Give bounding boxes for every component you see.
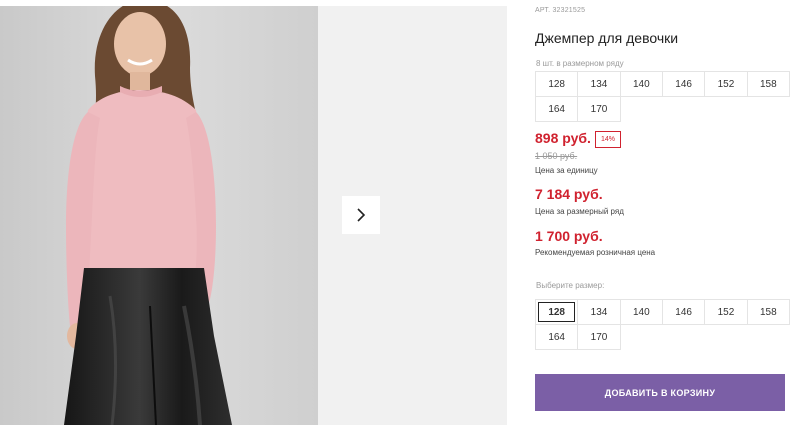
size-option[interactable]: 134	[577, 299, 621, 325]
product-photo-image	[0, 6, 318, 425]
size-option[interactable]: 146	[661, 299, 706, 325]
discount-badge: 14%	[595, 131, 622, 148]
size-option-selected[interactable]: 128	[535, 299, 579, 325]
gallery-next-button[interactable]	[342, 196, 380, 234]
product-sku: АРТ. 32321525	[535, 7, 585, 14]
pack-size-cell: 152	[704, 71, 748, 97]
rrp-caption: Рекомендуемая розничная цена	[535, 248, 656, 257]
choose-size-label: Выберите размер:	[536, 281, 605, 290]
unit-price-caption: Цена за единицу	[535, 166, 598, 175]
size-option[interactable]: 170	[577, 324, 621, 350]
pack-price-caption: Цена за размерный ряд	[535, 207, 624, 216]
product-photo[interactable]	[0, 6, 318, 425]
size-option[interactable]: 164	[535, 324, 579, 350]
pack-size-grid: 128 134 140 146 152 158 164 170	[535, 71, 790, 122]
pack-price: 7 184 руб.	[535, 186, 603, 202]
pack-size-cell: 164	[535, 96, 579, 122]
pack-sizes-label: 8 шт. в размерном ряду	[536, 59, 624, 68]
product-gallery	[0, 6, 507, 425]
size-option[interactable]: 140	[619, 299, 663, 325]
add-to-cart-button[interactable]: ДОБАВИТЬ В КОРЗИНУ	[535, 374, 785, 411]
pack-size-cell: 146	[661, 71, 706, 97]
size-selector: 128 134 140 146 152 158 164 170	[535, 299, 790, 350]
size-option[interactable]: 158	[746, 299, 790, 325]
unit-price: 898 руб.	[535, 130, 591, 146]
size-option[interactable]: 152	[704, 299, 748, 325]
pack-size-cell: 128	[535, 71, 579, 97]
sku-value: 32321525	[552, 7, 586, 14]
product-title: Джемпер для девочки	[535, 30, 679, 46]
sku-prefix: АРТ.	[535, 7, 551, 14]
pack-size-cell: 170	[577, 96, 621, 122]
rrp-price: 1 700 руб.	[535, 228, 603, 244]
chevron-right-icon	[357, 208, 366, 222]
pack-size-cell: 158	[746, 71, 790, 97]
pack-size-cell: 140	[619, 71, 663, 97]
gallery-side-pane	[318, 6, 507, 425]
pack-size-cell: 134	[577, 71, 621, 97]
old-price: 1 050 руб.	[535, 151, 578, 161]
